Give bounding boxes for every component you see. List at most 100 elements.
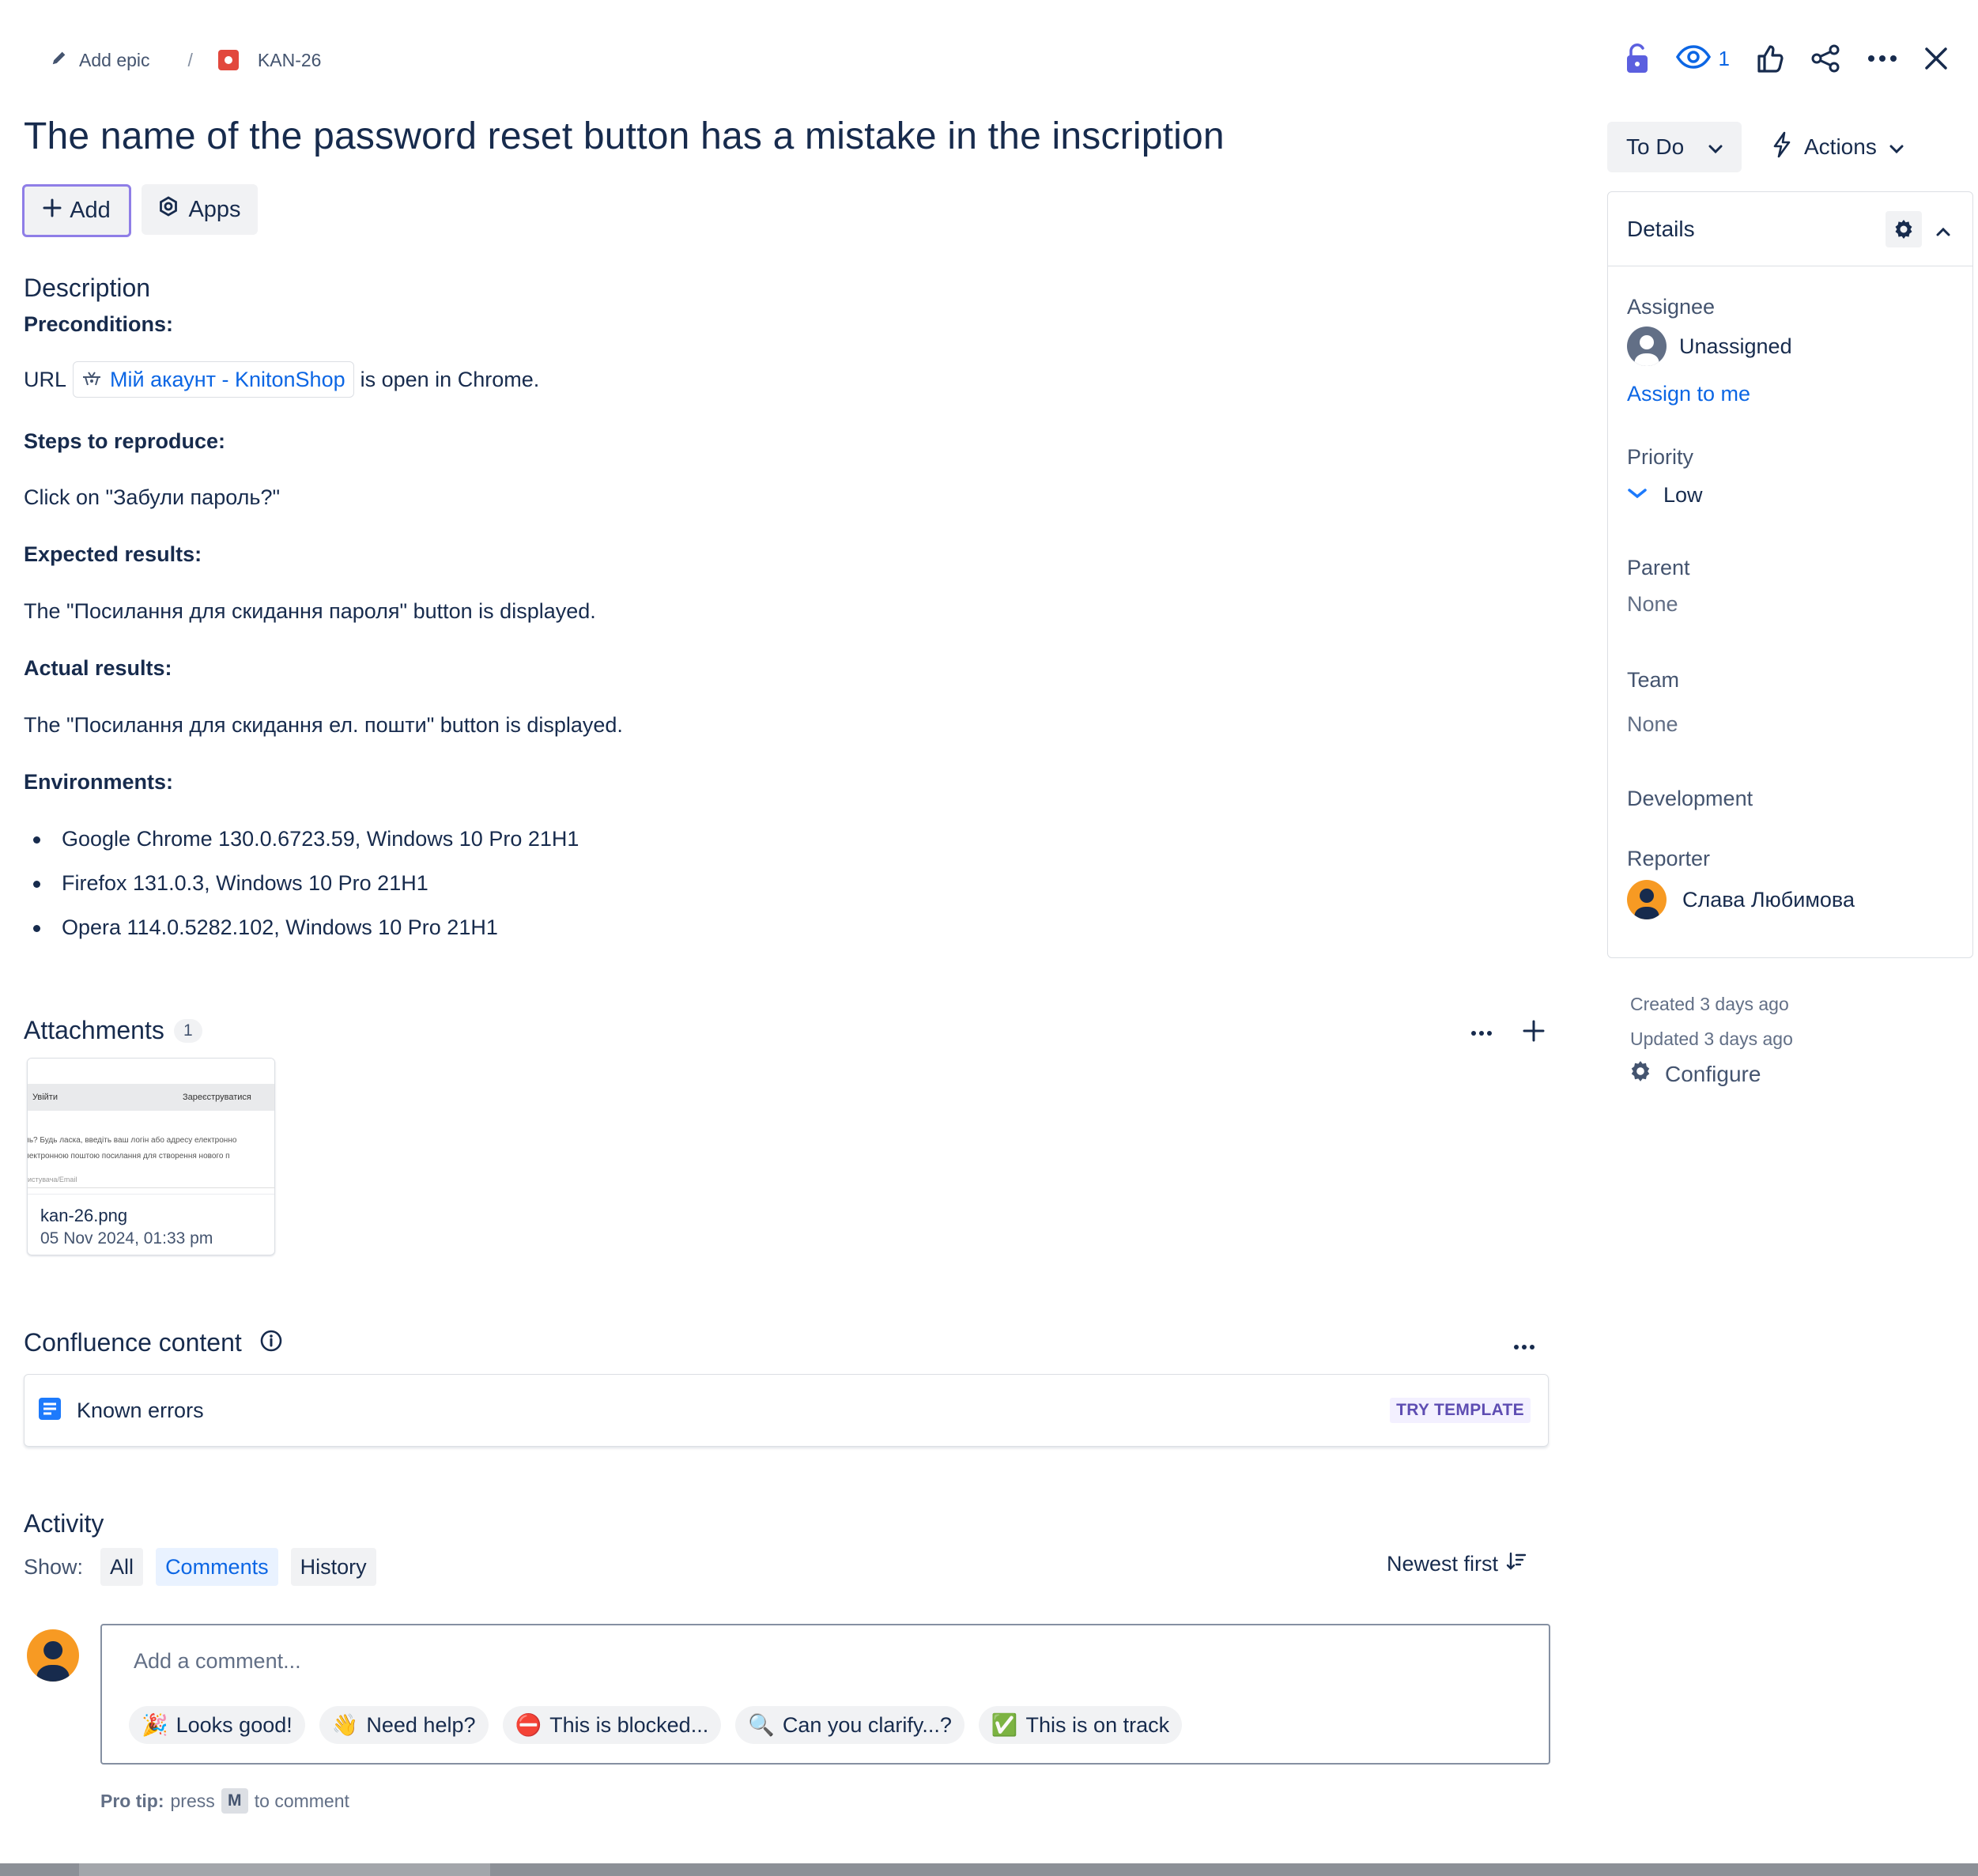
team-value[interactable]: None (1627, 712, 1678, 737)
development-label: Development (1627, 787, 1753, 810)
priority-low-icon (1627, 487, 1648, 504)
add-epic-link[interactable]: Add epic (79, 50, 150, 71)
assignee-field[interactable]: Unassigned (1627, 327, 1792, 366)
quick-reply-need-help[interactable]: 👋 Need help? (319, 1706, 489, 1744)
steps-label: Steps to reproduce: (24, 429, 226, 453)
thumbnail-tab-right: Зареєструватися (183, 1093, 251, 1102)
attachments-actions (1470, 1020, 1545, 1046)
priority-value: Low (1663, 483, 1703, 507)
add-button[interactable]: Add (22, 184, 131, 237)
attachments-header: Attachments 1 (24, 1016, 202, 1045)
actual-text: The "Посилання для скидання ел. пошти" b… (24, 713, 623, 737)
add-attachment-icon[interactable] (1523, 1020, 1545, 1046)
quick-reply-on-track[interactable]: ✅ This is on track (978, 1706, 1183, 1744)
description-body[interactable]: Preconditions: URL Мій акаунт - KnitonSh… (24, 312, 623, 939)
wave-icon: 👋 (331, 1713, 359, 1737)
reporter-label: Reporter (1627, 847, 1711, 870)
attachment-card[interactable]: Увійти Зареєструватися ль? Будь ласка, вв… (27, 1058, 275, 1255)
sort-icon (1506, 1551, 1527, 1577)
filter-comments[interactable]: Comments (156, 1548, 278, 1586)
team-label: Team (1627, 668, 1680, 692)
watch-button[interactable]: 1 (1675, 38, 1730, 79)
show-label: Show: (24, 1554, 84, 1579)
watch-count: 1 (1718, 46, 1730, 70)
activity-heading: Activity (24, 1509, 104, 1538)
apps-button-label: Apps (188, 196, 241, 222)
description-heading: Description (24, 274, 151, 302)
page-doc-icon (37, 1396, 62, 1425)
parent-value[interactable]: None (1627, 592, 1678, 617)
confluence-more-icon[interactable] (1513, 1340, 1535, 1354)
assign-to-me-link[interactable]: Assign to me (1627, 382, 1750, 406)
chevron-up-icon[interactable] (1936, 217, 1950, 242)
sort-order-button[interactable]: Newest first (1387, 1551, 1527, 1577)
issue-key-link[interactable]: KAN-26 (258, 50, 322, 71)
priority-label: Priority (1627, 445, 1694, 469)
sort-label: Newest first (1387, 1552, 1499, 1576)
thumbnail-text-line: ль? Будь ласка, введіть ваш логін або ад… (28, 1136, 237, 1145)
apps-button[interactable]: Apps (142, 184, 258, 235)
lock-icon[interactable] (1625, 38, 1649, 79)
details-header[interactable]: Details (1608, 192, 1972, 266)
status-dropdown[interactable]: To Do (1607, 122, 1742, 172)
attachment-file-name: kan-26.png (40, 1206, 128, 1225)
attachment-thumbnail: Увійти Зареєструватися ль? Будь ласка, вв… (28, 1059, 274, 1195)
filter-history[interactable]: History (290, 1548, 376, 1586)
confluence-template-row[interactable]: Known errors TRY TEMPLATE (24, 1374, 1549, 1447)
assignee-label: Assignee (1627, 295, 1716, 319)
quick-replies: 🎉 Looks good! 👋 Need help? ⛔ This is blocke… (129, 1706, 1183, 1744)
breadcrumb: Add epic / KAN-26 (51, 44, 321, 76)
list-item: Google Chrome 130.0.6723.59, Windows 10 … (24, 817, 579, 861)
priority-field[interactable]: Low (1627, 483, 1703, 508)
add-button-label: Add (70, 198, 111, 223)
pro-tip-label: Pro tip: (100, 1790, 164, 1811)
gear-icon (1629, 1059, 1652, 1089)
quick-reply-label: Need help? (366, 1712, 476, 1737)
quick-reply-label: This is on track (1025, 1712, 1170, 1737)
magnifier-icon: 🔍 (748, 1713, 775, 1737)
updated-timestamp: Updated 3 days ago (1630, 1029, 1793, 1049)
environments-label: Environments: (24, 770, 174, 794)
created-timestamp: Created 3 days ago (1630, 994, 1789, 1014)
attachment-file-date: 05 Nov 2024, 01:33 pm (40, 1229, 213, 1248)
share-icon[interactable] (1810, 38, 1840, 79)
quick-reply-label: Looks good! (176, 1712, 293, 1737)
chevron-down-icon (1708, 134, 1723, 160)
try-template-button[interactable]: TRY TEMPLATE (1390, 1398, 1531, 1423)
attachments-count-badge: 1 (173, 1018, 202, 1043)
attachments-heading: Attachments (24, 1016, 164, 1044)
quick-reply-looks-good[interactable]: 🎉 Looks good! (129, 1706, 305, 1744)
quick-reply-blocked[interactable]: ⛔ This is blocked... (502, 1706, 722, 1744)
gear-icon[interactable] (1886, 210, 1922, 247)
environments-list: Google Chrome 130.0.6723.59, Windows 10 … (24, 817, 579, 949)
list-item: Opera 114.0.5282.102, Windows 10 Pro 21H… (24, 905, 579, 949)
pro-tip: Pro tip: press M to comment (100, 1788, 349, 1814)
list-item: Firefox 131.0.3, Windows 10 Pro 21H1 (24, 861, 579, 905)
more-icon[interactable] (1867, 38, 1897, 79)
url-link-text: Мій акаунт - KnitonShop (110, 367, 345, 391)
confluence-heading: Confluence content (24, 1328, 242, 1357)
filter-all[interactable]: All (100, 1548, 144, 1586)
actions-dropdown[interactable]: Actions (1772, 122, 1904, 172)
url-prefix: URL (24, 367, 67, 391)
info-icon[interactable] (259, 1329, 283, 1357)
reporter-field[interactable]: Слава Любимова (1627, 880, 1855, 919)
quick-reply-label: Can you clarify...? (782, 1712, 952, 1737)
avatar (27, 1629, 79, 1682)
pro-tip-press: press (170, 1790, 215, 1811)
comment-editor[interactable]: Add a comment... 🎉 Looks good! 👋 Need help… (100, 1624, 1550, 1765)
pro-tip-suffix: to comment (254, 1790, 349, 1811)
configure-label: Configure (1665, 1061, 1761, 1086)
expected-text: The "Посилання для скидання пароля" butt… (24, 599, 596, 623)
close-icon[interactable] (1924, 38, 1948, 79)
quick-reply-clarify[interactable]: 🔍 Can you clarify...? (735, 1706, 964, 1744)
reporter-value: Слава Любимова (1682, 887, 1855, 912)
like-icon[interactable] (1757, 38, 1784, 79)
details-panel: Details Assignee Unassigned Assign to me… (1607, 191, 1973, 958)
url-suffix: is open in Chrome. (360, 367, 540, 391)
thumbnail-text-line: лектронною поштою посилання для створенн… (28, 1152, 230, 1161)
url-smart-link[interactable]: Мій акаунт - KnitonShop (73, 361, 354, 398)
issue-title[interactable]: The name of the password reset button ha… (24, 115, 1225, 158)
configure-button[interactable]: Configure (1629, 1059, 1761, 1089)
attachments-more-icon[interactable] (1470, 1026, 1493, 1040)
